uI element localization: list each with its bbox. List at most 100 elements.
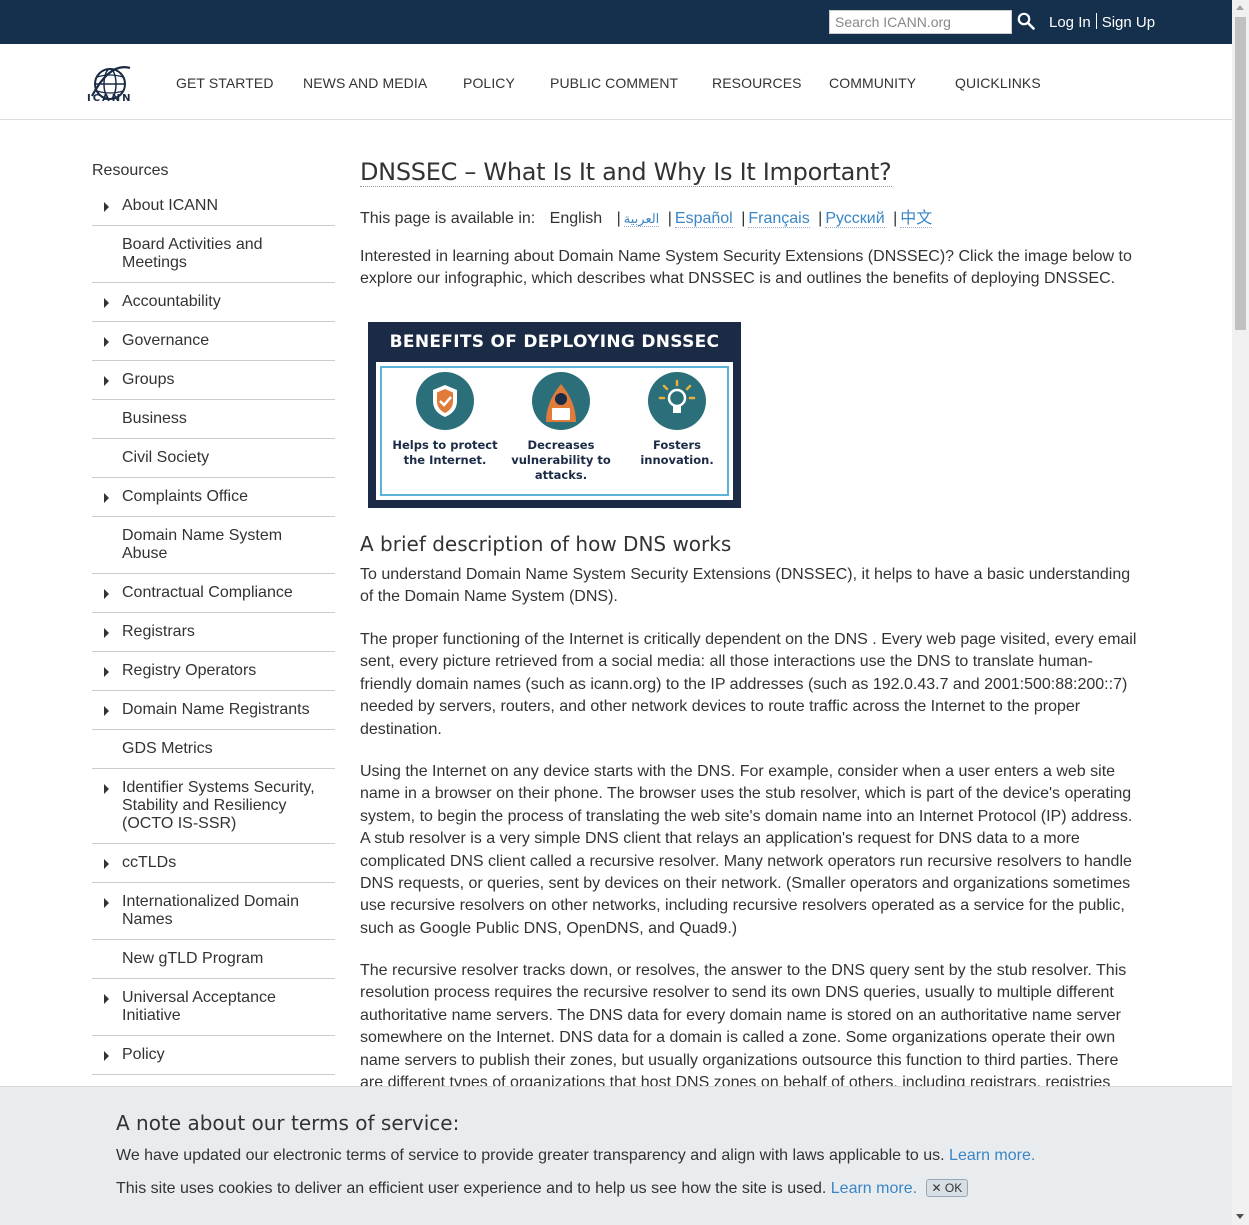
sidebar-item-label[interactable]: Registrars xyxy=(122,623,195,640)
lang-link-spanish[interactable]: Español xyxy=(674,210,733,228)
sidebar-item-label[interactable]: Domain Name System Abuse xyxy=(122,527,282,562)
infographic-image[interactable]: BENEFITS OF DEPLOYING DNSSEC Helps to pr… xyxy=(368,322,741,508)
ok-button[interactable]: ✕ OK xyxy=(925,1179,969,1197)
sidebar-item[interactable]: GDS Metrics xyxy=(92,730,335,769)
current-language: English xyxy=(549,210,603,227)
nav-get-started[interactable]: GET STARTED xyxy=(176,75,274,91)
sidebar-item-label[interactable]: Policy xyxy=(122,1046,165,1063)
scroll-up-arrow-icon[interactable] xyxy=(1236,5,1244,10)
caret-right-icon[interactable] xyxy=(104,994,109,1004)
sidebar-item-label[interactable]: Governance xyxy=(122,332,209,349)
caret-right-icon[interactable] xyxy=(104,898,109,908)
paragraph: The proper functioning of the Internet i… xyxy=(360,631,1137,738)
signup-link[interactable]: Sign Up xyxy=(1102,14,1155,31)
lang-link-russian[interactable]: Русский xyxy=(825,210,885,228)
sidebar: Resources About ICANN Board Activities an… xyxy=(92,160,335,1075)
sidebar-item[interactable]: Registrars xyxy=(92,613,335,652)
sidebar-item-label[interactable]: Groups xyxy=(122,371,174,388)
sidebar-item-label[interactable]: Registry Operators xyxy=(122,662,256,679)
search-icon[interactable] xyxy=(1017,12,1035,30)
login-link[interactable]: Log In xyxy=(1049,14,1091,31)
sidebar-item-label[interactable]: Complaints Office xyxy=(122,488,248,505)
sidebar-item[interactable]: Civil Society xyxy=(92,439,335,478)
auth-divider xyxy=(1095,13,1097,29)
sidebar-item[interactable]: About ICANN xyxy=(92,187,335,226)
sidebar-item-label[interactable]: Internationalized Domain Names xyxy=(122,893,299,928)
sidebar-item-label[interactable]: Civil Society xyxy=(122,449,209,466)
nav-community[interactable]: COMMUNITY xyxy=(829,75,916,91)
caret-right-icon[interactable] xyxy=(104,628,109,638)
caret-right-icon[interactable] xyxy=(104,337,109,347)
caret-right-icon[interactable] xyxy=(104,1051,109,1061)
lightbulb-icon xyxy=(648,372,706,430)
caret-right-icon[interactable] xyxy=(104,784,109,794)
sidebar-list: About ICANN Board Activities and Meetings… xyxy=(92,187,335,1075)
main-nav: ICANN GET STARTED NEWS AND MEDIA POLICY … xyxy=(0,44,1232,120)
terms-notice: We have updated our electronic terms of … xyxy=(116,1147,1035,1165)
sidebar-item-label[interactable]: Universal Acceptance Initiative xyxy=(122,989,276,1024)
nav-policy[interactable]: POLICY xyxy=(463,75,515,91)
lang-divider: | xyxy=(616,210,621,227)
caret-right-icon[interactable] xyxy=(104,706,109,716)
cookie-banner: A note about our terms of service: We ha… xyxy=(0,1086,1232,1225)
sidebar-item-label[interactable]: Contractual Compliance xyxy=(122,584,293,601)
sidebar-item[interactable]: Accountability xyxy=(92,283,335,322)
sidebar-item-label[interactable]: Identifier Systems Security, Stability a… xyxy=(122,779,315,832)
caret-right-icon[interactable] xyxy=(104,589,109,599)
scrollbar-thumb[interactable] xyxy=(1235,17,1246,330)
lang-divider: | xyxy=(667,210,672,227)
search-input[interactable] xyxy=(829,10,1012,34)
sidebar-item[interactable]: Universal Acceptance Initiative xyxy=(92,979,335,1036)
sidebar-item[interactable]: Groups xyxy=(92,361,335,400)
caret-right-icon[interactable] xyxy=(104,667,109,677)
sidebar-item[interactable]: ccTLDs xyxy=(92,844,335,883)
lang-link-french[interactable]: Français xyxy=(748,210,810,228)
sidebar-item[interactable]: Domain Name System Abuse xyxy=(92,517,335,574)
sidebar-item-label[interactable]: Domain Name Registrants xyxy=(122,701,310,718)
sidebar-item-label[interactable]: GDS Metrics xyxy=(122,740,213,757)
sidebar-item[interactable]: Business xyxy=(92,400,335,439)
section-heading: A brief description of how DNS works xyxy=(360,532,732,556)
language-selector: This page is available in: English | العر… xyxy=(360,204,1140,228)
sidebar-item-label[interactable]: New gTLD Program xyxy=(122,950,263,967)
caret-right-icon[interactable] xyxy=(104,202,109,212)
scroll-down-arrow-icon[interactable] xyxy=(1236,1214,1244,1219)
paragraph: To understand Domain Name System Securit… xyxy=(360,566,1131,606)
sidebar-item[interactable]: Policy xyxy=(92,1036,335,1075)
caret-right-icon[interactable] xyxy=(104,298,109,308)
infographic-caption: Fosters innovation. xyxy=(640,438,714,467)
sidebar-item[interactable]: New gTLD Program xyxy=(92,940,335,979)
infographic-caption: Decreases vulnerability to attacks. xyxy=(511,438,611,482)
sidebar-item[interactable]: Domain Name Registrants xyxy=(92,691,335,730)
caret-right-icon[interactable] xyxy=(104,859,109,869)
learn-more-link[interactable]: Learn more. xyxy=(949,1147,1035,1164)
terms-text: We have updated our electronic terms of … xyxy=(116,1147,945,1164)
sidebar-item-label[interactable]: Business xyxy=(122,410,187,427)
lang-divider: | xyxy=(893,210,898,227)
sidebar-item[interactable]: Identifier Systems Security, Stability a… xyxy=(92,769,335,844)
sidebar-item-label[interactable]: Accountability xyxy=(122,293,221,310)
sidebar-item[interactable]: Board Activities and Meetings xyxy=(92,226,335,283)
infographic-caption: Helps to protect the Internet. xyxy=(392,438,498,467)
sidebar-item-label[interactable]: About ICANN xyxy=(122,197,218,214)
page-title-text: DNSSEC – What Is It and Why Is It Import… xyxy=(360,158,892,187)
nav-public-comment[interactable]: PUBLIC COMMENT xyxy=(550,75,678,91)
sidebar-item[interactable]: Complaints Office xyxy=(92,478,335,517)
sidebar-item-label[interactable]: Board Activities and Meetings xyxy=(122,236,263,271)
sidebar-item[interactable]: Internationalized Domain Names xyxy=(92,883,335,940)
sidebar-item[interactable]: Registry Operators xyxy=(92,652,335,691)
nav-news-and-media[interactable]: NEWS AND MEDIA xyxy=(303,75,427,91)
nav-resources[interactable]: RESOURCES xyxy=(712,75,802,91)
sidebar-item-label[interactable]: ccTLDs xyxy=(122,854,176,871)
lang-link-arabic[interactable]: العربية xyxy=(623,211,660,227)
caret-right-icon[interactable] xyxy=(104,493,109,503)
caret-right-icon[interactable] xyxy=(104,376,109,386)
sidebar-item[interactable]: Governance xyxy=(92,322,335,361)
lang-link-chinese[interactable]: 中文 xyxy=(900,210,933,228)
sidebar-title: Resources xyxy=(92,162,169,179)
paragraph: The recursive resolver tracks down, or r… xyxy=(360,962,1127,1092)
nav-quicklinks[interactable]: QUICKLINKS xyxy=(955,75,1041,91)
infographic-panel: Helps to protect the Internet. Decreases… xyxy=(376,362,733,500)
sidebar-item[interactable]: Contractual Compliance xyxy=(92,574,335,613)
learn-more-link[interactable]: Learn more. xyxy=(831,1180,917,1197)
